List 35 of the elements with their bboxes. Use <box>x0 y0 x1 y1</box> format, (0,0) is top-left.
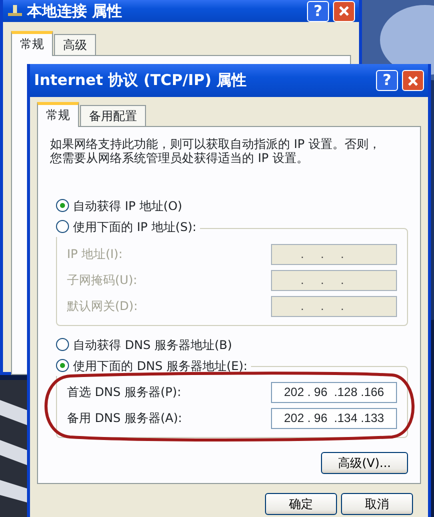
cancel-button[interactable]: 取消 <box>341 493 413 515</box>
option-label: 使用下面的 DNS 服务器地址(E): <box>73 358 248 374</box>
ok-button[interactable]: 确定 <box>265 493 337 515</box>
option-label: 使用下面的 IP 地址(S): <box>73 218 196 236</box>
help-button[interactable]: ? <box>307 0 329 22</box>
radio-button[interactable] <box>56 220 69 233</box>
description-text: 如果网络支持此功能，则可以获取自动指派的 IP 设置。否则，您需要从网络系统管理员处获得适当的 IP 设置。 <box>50 137 382 165</box>
radio-button[interactable] <box>56 338 69 351</box>
field-label: 首选 DNS 服务器(P): <box>67 384 182 401</box>
ip-address-field[interactable]: 202 . 96 .134 .133 <box>271 408 397 428</box>
radio-button[interactable] <box>56 199 69 212</box>
ip-address-field: . . . <box>271 270 397 290</box>
tab[interactable]: 常规 <box>37 102 79 127</box>
radio-button[interactable] <box>56 359 69 372</box>
close-icon <box>407 74 419 86</box>
tab[interactable]: 常规 <box>11 31 53 56</box>
advanced-button[interactable]: 高级(V)... <box>321 452 408 474</box>
window-title: Internet 协议 (TCP/IP) 属性 <box>34 70 248 92</box>
network-icon <box>7 4 23 18</box>
window-title: 本地连接 属性 <box>27 0 124 22</box>
ip-address-field: . . . <box>271 296 397 316</box>
close-button[interactable] <box>402 70 424 91</box>
field-label: 默认网关(D): <box>67 298 138 315</box>
field-label: 子网掩码(U): <box>67 272 138 289</box>
help-button[interactable]: ? <box>376 70 398 91</box>
ip-address-field[interactable]: 202 . 96 .128 .166 <box>271 382 397 402</box>
close-button[interactable] <box>333 0 355 22</box>
field-label: 备用 DNS 服务器(A): <box>67 410 182 427</box>
tab[interactable]: 备用配置 <box>80 105 146 126</box>
tab[interactable]: 高级 <box>54 34 96 55</box>
option-label: 自动获得 DNS 服务器地址(B) <box>73 336 232 354</box>
option-label: 自动获得 IP 地址(O) <box>73 198 182 214</box>
ip-address-field: . . . <box>271 244 397 264</box>
field-label: IP 地址(I): <box>67 246 123 263</box>
close-icon <box>338 5 350 17</box>
